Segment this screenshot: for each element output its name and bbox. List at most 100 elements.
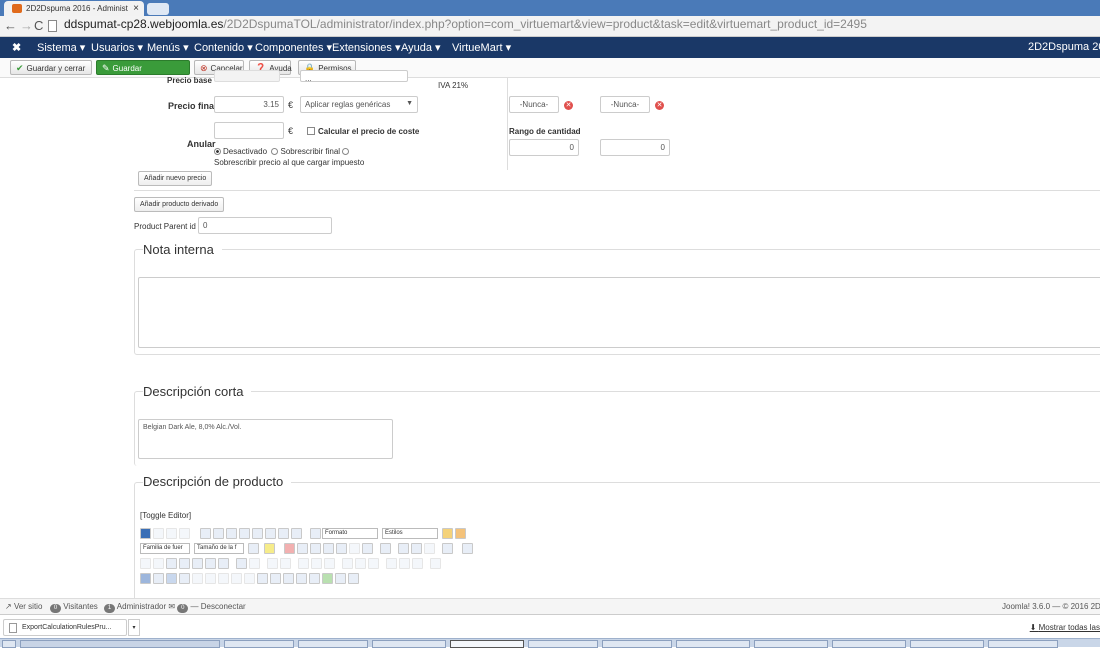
find-icon[interactable] <box>205 558 216 569</box>
menu-extensiones[interactable]: Extensiones ▾ <box>332 41 401 54</box>
radio-overwrite-tax[interactable] <box>342 148 350 155</box>
new-tab-button[interactable] <box>147 3 169 15</box>
image-icon[interactable] <box>283 573 294 584</box>
align-left-icon[interactable] <box>252 528 263 539</box>
attribs-icon[interactable] <box>257 573 268 584</box>
justify-icon[interactable] <box>291 528 302 539</box>
superscript-icon[interactable] <box>411 543 422 554</box>
download-item[interactable]: ExportCalculationRulesPru... ▾ <box>3 619 140 636</box>
logout-link[interactable]: Desconectar <box>201 602 246 611</box>
calc-cost-checkbox[interactable]: Calcular el precio de coste <box>307 127 419 136</box>
row-after-icon[interactable] <box>280 558 291 569</box>
download-menu-icon[interactable]: ▾ <box>128 619 140 636</box>
browser-tab[interactable]: 2D2Dspuma 2016 - Administ × <box>4 1 144 16</box>
save-button[interactable]: ✎ Guardar <box>96 60 190 75</box>
col-before-icon[interactable] <box>298 558 309 569</box>
fullscreen-icon[interactable] <box>166 558 177 569</box>
bullet-list-icon[interactable] <box>362 543 373 554</box>
view-site-link[interactable]: ↗ Ver sitio <box>5 602 42 611</box>
table-icon[interactable] <box>236 558 247 569</box>
parent-id-input[interactable]: 0 <box>198 217 332 234</box>
menu-menus[interactable]: Menús ▾ <box>147 41 189 54</box>
link-icon[interactable] <box>296 573 307 584</box>
highlight-icon[interactable] <box>264 543 275 554</box>
short-desc-textarea[interactable]: Belgian Dark Ale, 8,0% Alc./Vol. <box>138 419 393 459</box>
save-close-button[interactable]: ✔ Guardar y cerrar <box>10 60 92 75</box>
delete-col-icon[interactable] <box>368 558 379 569</box>
menu-sistema[interactable]: Sistema ▾ <box>37 41 85 54</box>
toggle-editor-link[interactable]: [Toggle Editor] <box>140 511 191 520</box>
merge-cells-icon[interactable] <box>355 558 366 569</box>
bold-icon[interactable] <box>200 528 211 539</box>
cite-icon[interactable] <box>192 573 203 584</box>
base-tax-input[interactable]: ... <box>300 70 408 82</box>
blockquote-icon[interactable] <box>310 528 321 539</box>
envelope-icon[interactable]: ✉ <box>168 602 175 611</box>
font-size-select[interactable]: Tamaño de la f <box>194 543 244 554</box>
end-date-input[interactable]: -Nunca- <box>600 96 650 113</box>
add-price-button[interactable]: Añadir nuevo precio <box>138 171 213 186</box>
abbr-icon[interactable] <box>205 573 216 584</box>
eraser-icon[interactable] <box>455 528 466 539</box>
media-icon[interactable] <box>309 573 320 584</box>
menu-componentes[interactable]: Componentes ▾ <box>255 41 332 54</box>
internal-note-textarea[interactable] <box>138 277 1100 348</box>
layer-icon[interactable] <box>348 573 359 584</box>
rtl-icon[interactable] <box>153 558 164 569</box>
forward-icon[interactable]: → <box>20 18 33 33</box>
rules-select[interactable]: Aplicar reglas genéricas ▼ <box>300 96 418 113</box>
ins-icon[interactable] <box>244 573 255 584</box>
anchor-icon[interactable] <box>270 573 281 584</box>
joomla-logo-icon[interactable]: ✖ <box>12 41 21 54</box>
table-props-icon[interactable] <box>249 558 260 569</box>
clear-icon[interactable] <box>424 543 435 554</box>
underline-icon[interactable] <box>226 528 237 539</box>
close-tab-icon[interactable]: × <box>133 3 139 14</box>
table-delete-icon[interactable] <box>412 558 423 569</box>
radio-off[interactable] <box>214 148 221 155</box>
subscript-icon[interactable] <box>398 543 409 554</box>
number-list-icon[interactable] <box>380 543 391 554</box>
col-after-icon[interactable] <box>311 558 322 569</box>
menu-usuarios[interactable]: Usuarios ▾ <box>91 41 143 54</box>
menu-virtuemart[interactable]: VirtueMart ▾ <box>452 41 511 54</box>
format-select[interactable]: Formato <box>322 528 378 539</box>
align-right-icon[interactable] <box>278 528 289 539</box>
override-price-input[interactable] <box>214 122 284 139</box>
row-props-icon[interactable] <box>399 558 410 569</box>
add-child-button[interactable]: Añadir producto derivado <box>134 197 225 212</box>
blocks-icon[interactable] <box>166 573 177 584</box>
site-name[interactable]: 2D2Dspuma 2016 <box>1028 41 1100 53</box>
row-before-icon[interactable] <box>267 558 278 569</box>
preview-icon[interactable] <box>179 558 190 569</box>
acronym-icon[interactable] <box>218 573 229 584</box>
special-char-icon[interactable] <box>442 543 453 554</box>
del-icon[interactable] <box>231 573 242 584</box>
styles-select[interactable]: Estilos <box>382 528 438 539</box>
paste-text-icon[interactable] <box>323 543 334 554</box>
template-icon[interactable] <box>179 573 190 584</box>
qty-to-input[interactable]: 0 <box>600 139 670 156</box>
text-color-icon[interactable] <box>248 543 259 554</box>
show-all-downloads-link[interactable]: ⬇ Mostrar todas las <box>1030 623 1100 632</box>
visual-chars-icon[interactable] <box>140 573 151 584</box>
outdent-icon[interactable] <box>349 543 360 554</box>
visual-aid-icon[interactable] <box>430 558 441 569</box>
cut-icon[interactable] <box>284 543 295 554</box>
url-field[interactable]: ddspumat-cp28.webjoomla.es/2D2DspumaTOL/… <box>64 17 867 31</box>
align-center-icon[interactable] <box>265 528 276 539</box>
final-price-input[interactable]: 3.15 <box>214 96 284 113</box>
copy-icon[interactable] <box>297 543 308 554</box>
italic-icon[interactable] <box>213 528 224 539</box>
reload-icon[interactable]: C <box>34 18 43 33</box>
undo-icon[interactable] <box>166 528 177 539</box>
replace-icon[interactable] <box>218 558 229 569</box>
paste-word-icon[interactable] <box>336 543 347 554</box>
checkbox-icon[interactable] <box>307 127 315 135</box>
menu-ayuda[interactable]: Ayuda ▾ <box>401 41 441 54</box>
start-date-input[interactable]: -Nunca- <box>509 96 559 113</box>
clear-end-date-icon[interactable]: ✕ <box>655 101 664 110</box>
qty-from-input[interactable]: 0 <box>509 139 579 156</box>
help-icon[interactable] <box>140 528 151 539</box>
strike-icon[interactable] <box>239 528 250 539</box>
